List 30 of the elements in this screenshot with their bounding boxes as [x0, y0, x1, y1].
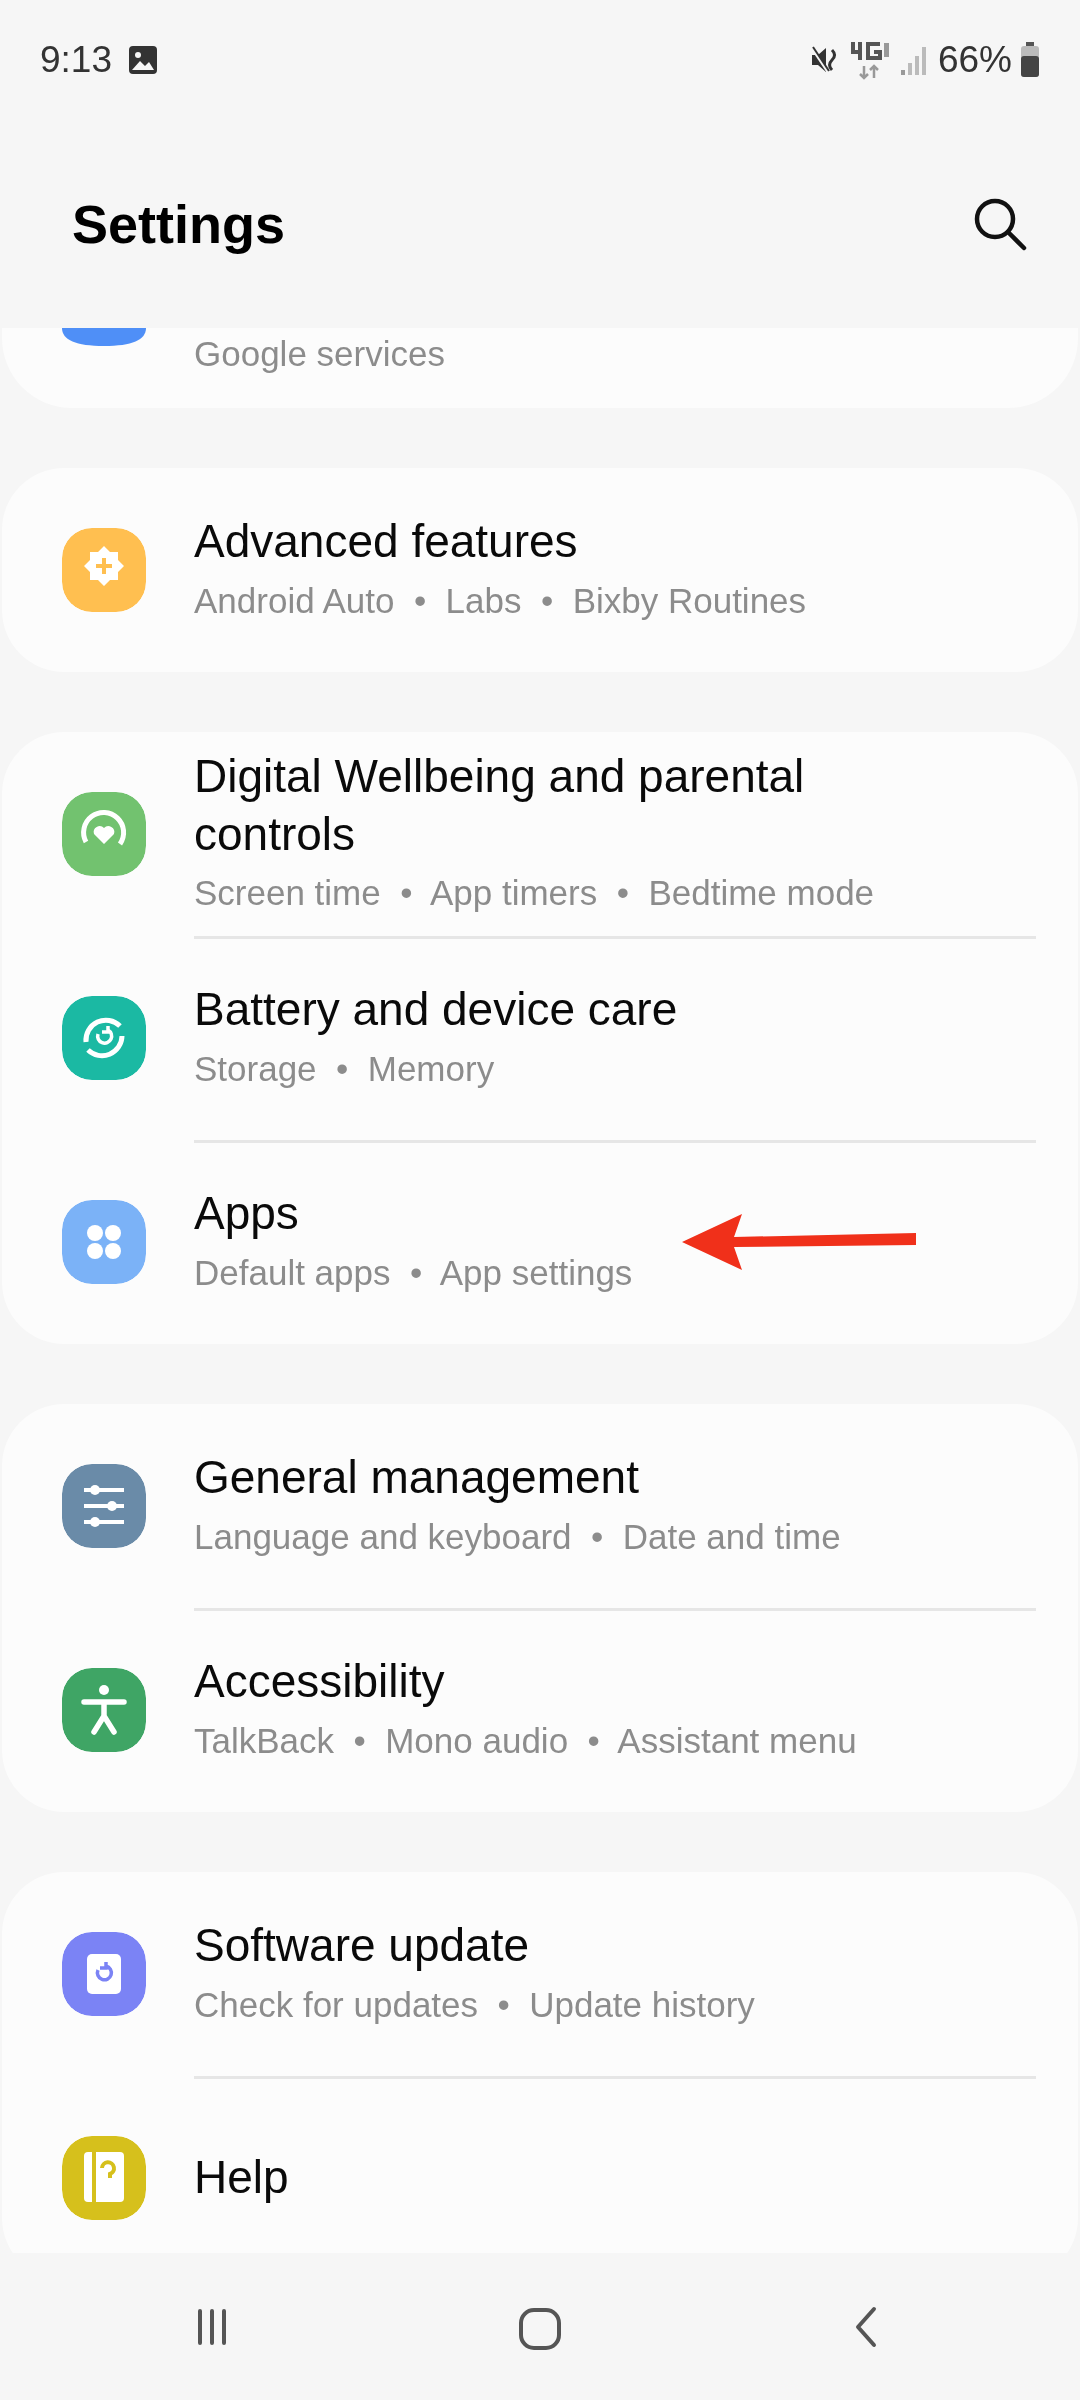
settings-item[interactable]: Advanced features Android Auto • Labs • Bixby Routines	[2, 468, 1078, 672]
battery-percentage: 66%	[937, 38, 1012, 83]
settings-item[interactable]: Accessibility TalkBack • Mono audio • Assistant menu	[2, 1608, 1078, 1812]
page-title: Settings	[72, 192, 286, 256]
item-title: Accessibility	[194, 1654, 446, 1709]
battery-icon	[1020, 42, 1040, 78]
item-title: Battery and device care	[194, 982, 678, 1037]
item-subtitle: Screen time • App timers • Bedtime mode	[194, 872, 876, 915]
settings-item[interactable]: General management Language and keyboard • Date and time	[2, 1404, 1078, 1608]
item-title: Advanced features	[194, 514, 579, 569]
image-icon	[128, 45, 158, 75]
clock-time: 9:13	[40, 38, 112, 83]
item-title: Apps	[194, 1186, 300, 1241]
settings-item[interactable]: Battery and device care Storage • Memory	[2, 936, 1078, 1140]
item-subtitle: Google services	[194, 333, 445, 375]
settings-item[interactable]: Software update Check for updates • Update history	[2, 1872, 1078, 2076]
mobile-data-icon	[849, 40, 892, 80]
item-subtitle: Android Auto • Labs • Bixby Routines	[194, 579, 807, 622]
item-subtitle: TalkBack • Mono audio • Assistant menu	[194, 1719, 857, 1762]
item-title: Digital Wellbeing and parental controls	[194, 749, 806, 862]
item-title: Software update	[194, 1918, 530, 1973]
settings-item[interactable]: Apps Default apps • App settings	[2, 1140, 1078, 1344]
item-subtitle: Language and keyboard • Date and time	[194, 1515, 841, 1558]
item-subtitle: Default apps • App settings	[194, 1251, 633, 1294]
item-title: General management	[194, 1450, 640, 1505]
item-subtitle: Storage • Memory	[194, 1047, 496, 1090]
item-title: Help	[194, 2150, 289, 2206]
item-subtitle: Check for updates • Update history	[194, 1983, 755, 2026]
settings-item[interactable]: Help	[2, 2076, 1078, 2253]
settings-item[interactable]: Digital Wellbeing and parental controls Screen time • App timers • Bedtime mode	[2, 732, 1078, 936]
